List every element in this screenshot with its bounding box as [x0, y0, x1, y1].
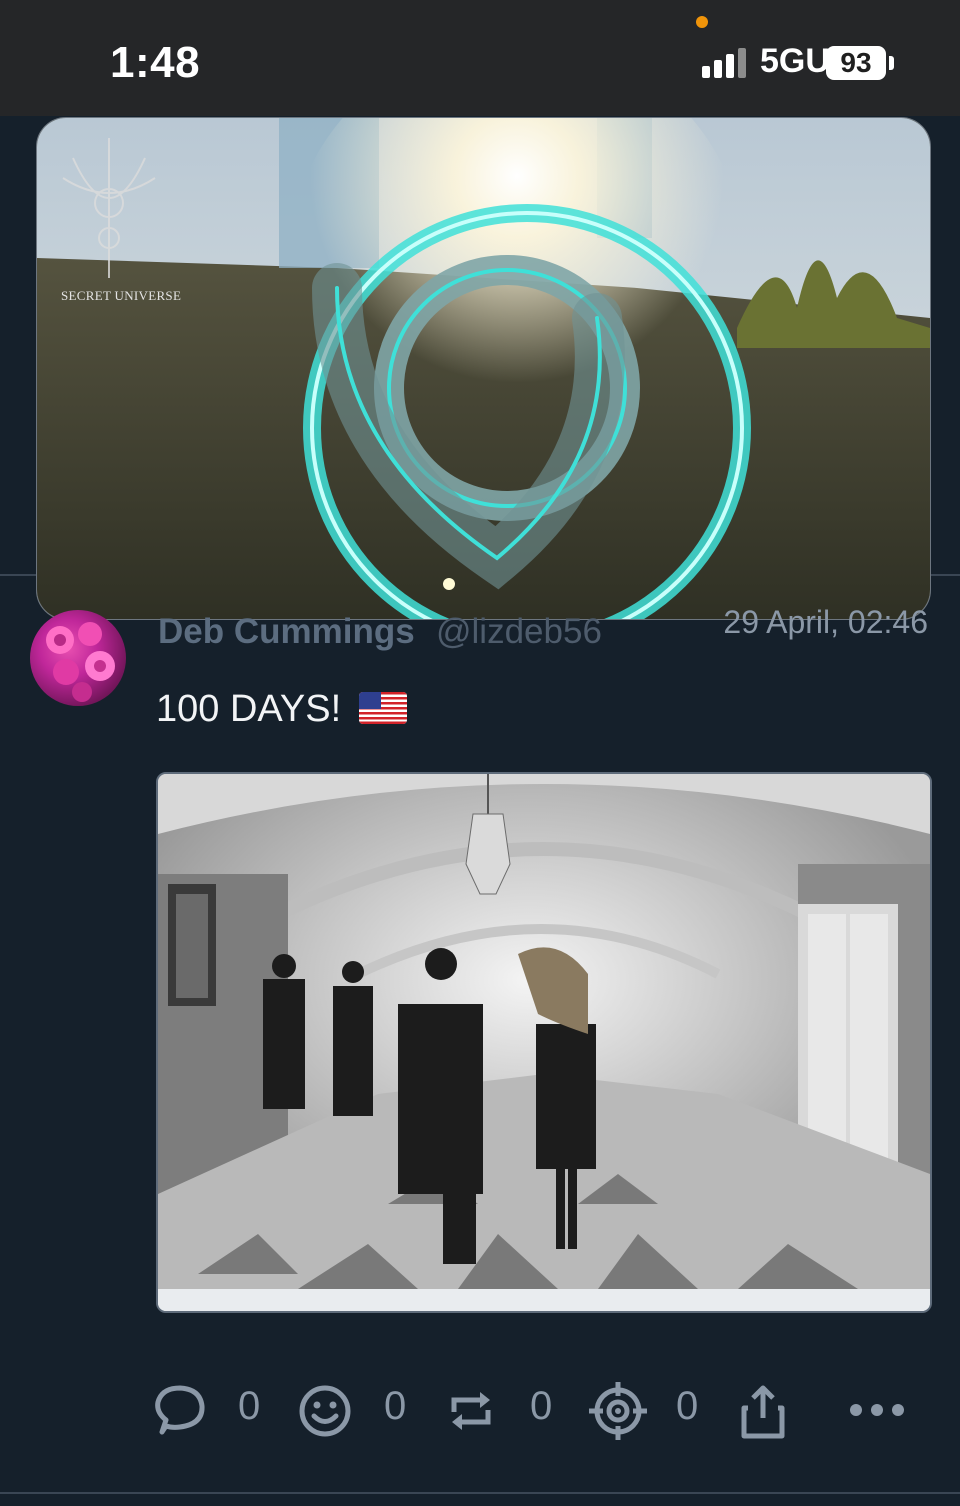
post-image[interactable]: [156, 772, 932, 1313]
privacy-indicator-dot: [696, 16, 708, 28]
battery-tip: [889, 56, 894, 70]
post-actions-bar: 0 0 0 0: [0, 1370, 960, 1450]
author-handle[interactable]: @lizdeb56: [436, 612, 602, 652]
hallway-photo: [158, 774, 930, 1311]
post-text: 100 DAYS!: [156, 688, 342, 730]
battery-indicator: 93: [826, 46, 886, 80]
cellular-signal-icon: [702, 48, 746, 78]
video-watermark: SECRET UNIVERSE: [61, 288, 182, 303]
speech-bubble-icon[interactable]: [150, 1382, 208, 1440]
post-timestamp[interactable]: 29 April, 02:46: [723, 604, 928, 641]
share-icon[interactable]: [734, 1382, 792, 1440]
status-bar: 1:48 5GUW 93: [0, 0, 960, 116]
feed-divider-bottom: [0, 1492, 960, 1494]
video-frame: [37, 118, 930, 619]
more-icon[interactable]: [848, 1400, 906, 1420]
author-avatar[interactable]: [30, 610, 126, 706]
target-count: 0: [676, 1384, 699, 1428]
roses-avatar-image: [46, 622, 115, 702]
status-time: 1:48: [110, 38, 201, 87]
repost-count: 0: [530, 1384, 553, 1428]
author-name[interactable]: Deb Cummings: [158, 612, 415, 652]
target-icon[interactable]: [589, 1382, 647, 1440]
floating-video-player[interactable]: SECRET UNIVERSE: [36, 117, 931, 620]
smiley-icon[interactable]: [296, 1382, 354, 1440]
reaction-count: 0: [384, 1384, 407, 1428]
reply-count: 0: [238, 1384, 261, 1428]
repost-icon[interactable]: [442, 1382, 500, 1440]
us-flag-emoji-icon: [359, 692, 407, 724]
